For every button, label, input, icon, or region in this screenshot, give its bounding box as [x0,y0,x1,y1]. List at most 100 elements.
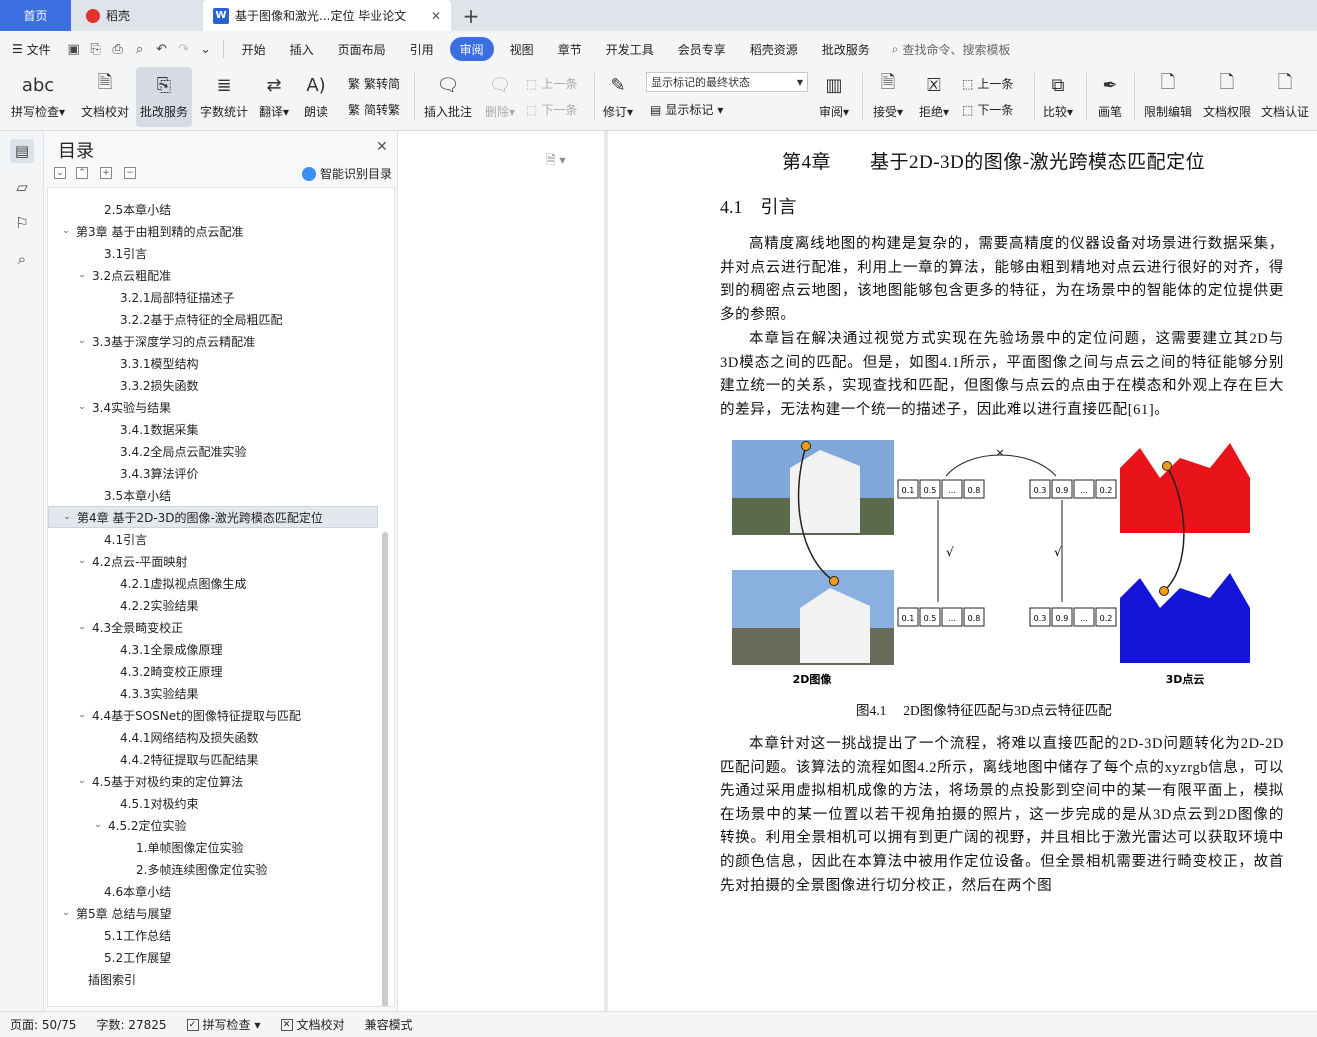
page-layout-icon[interactable]: 🗎 ▾ [546,151,566,172]
toc-item[interactable]: ⌄ 4.5基于对极约束的定位算法 [48,770,378,792]
menu-tab-0[interactable]: 开始 [230,37,278,61]
review-pane-button[interactable]: ▥ 审阅▾ [814,67,854,127]
toc-item[interactable]: 3.4.1数据采集 [48,418,378,440]
trad-to-simp-button[interactable]: 繁繁转简 [348,75,400,92]
toc-item[interactable]: 3.1引言 [48,242,378,264]
revise-button[interactable]: ✎ 修订▾ [598,67,638,127]
prev-change-button[interactable]: ⬚ 上一条 [962,75,1013,92]
chevron-down-icon[interactable]: ⌄ [76,776,88,786]
toc-item[interactable]: 3.4.2全局点云配准实验 [48,440,378,462]
menu-tab-10[interactable]: 批改服务 [810,37,882,61]
more-icon[interactable]: ⌄ [195,38,217,60]
chevron-down-icon[interactable]: ⌄ [76,270,88,280]
toc-item[interactable]: ⌄ 第5章 总结与展望 [48,902,378,924]
prev-comment-button[interactable]: ⬚ 上一条 [526,75,577,92]
new-tab-button[interactable]: + [456,0,486,31]
chevron-down-icon[interactable]: ⌄ [76,622,88,632]
tab-docer[interactable]: 稻壳 [72,0,200,31]
chevron-down-icon[interactable]: ⌄ [76,556,88,566]
tab-home[interactable]: 首页 [0,0,71,31]
expand-up-icon[interactable]: ⌃ [76,167,88,179]
doc-permission-button[interactable]: 🗋 文档权限 [1200,67,1254,127]
chevron-down-icon[interactable]: ⌄ [60,226,72,236]
word-count-indicator[interactable]: 字数: 27825 [86,1016,176,1033]
toc-item[interactable]: 4.3.1全景成像原理 [48,638,378,660]
read-aloud-button[interactable]: A) 朗读 [298,67,334,127]
toc-item[interactable]: ⌄ 4.5.2定位实验 [48,814,378,836]
chevron-down-icon[interactable]: ⌄ [60,908,72,918]
doc-check-button[interactable]: 🗎 文档校对 [74,67,136,127]
chevron-down-icon[interactable]: ⌄ [76,402,88,412]
toc-item[interactable]: 2.5本章小结 [48,198,378,220]
toc-icon[interactable]: ▤ [10,139,34,163]
toc-item[interactable]: 3.2.1局部特征描述子 [48,286,378,308]
save-icon[interactable]: ▣ [63,38,85,60]
simp-to-trad-button[interactable]: 繁简转繁 [348,101,400,118]
menu-tab-5[interactable]: 视图 [498,37,546,61]
toc-item[interactable]: 3.2.2基于点特征的全局粗匹配 [48,308,378,330]
toc-item[interactable]: 4.4.2特征提取与匹配结果 [48,748,378,770]
chevron-down-icon[interactable]: ⌄ [76,336,88,346]
menu-tab-4[interactable]: 审阅 [449,37,494,61]
menu-tab-9[interactable]: 稻壳资源 [738,37,810,61]
toc-item[interactable]: 4.5.1对极约束 [48,792,378,814]
toc-scrollbar[interactable] [382,532,388,1006]
document-page[interactable]: 第4章 基于2D-3D的图像-激光跨模态匹配定位 4.1 引言 高精度离线地图的… [608,131,1317,1011]
add-level-icon[interactable]: + [100,167,112,179]
menu-tab-3[interactable]: 引用 [398,37,446,61]
toc-item[interactable]: 插图索引 [48,968,378,990]
navigation-icon[interactable]: ▱ [10,175,34,199]
redo-icon[interactable]: ↷ [173,38,195,60]
reject-button[interactable]: 🗵 拒绝▾ [914,67,954,127]
menu-tab-2[interactable]: 页面布局 [326,37,398,61]
file-menu[interactable]: ☰ 文件 [0,37,63,61]
word-count-button[interactable]: ≣ 字数统计 [196,67,252,127]
pen-button[interactable]: ✒ 画笔 [1092,67,1128,127]
toc-item[interactable]: ⌄ 4.4基于SOSNet的图像特征提取与匹配 [48,704,378,726]
toc-item[interactable]: 3.3.2损失函数 [48,374,378,396]
menu-tab-1[interactable]: 插入 [278,37,326,61]
toc-item[interactable]: ⌄ 3.3基于深度学习的点云精配准 [48,330,378,352]
review-service-button[interactable]: ⎘ 批改服务 [136,67,192,127]
chevron-down-icon[interactable]: ⌄ [61,512,73,522]
smart-toc-button[interactable]: 智能识别目录 [302,165,392,182]
toc-item[interactable]: ⌄ 第4章 基于2D-3D的图像-激光跨模态匹配定位 [48,506,378,528]
toc-item[interactable]: 4.2.1虚拟视点图像生成 [48,572,378,594]
restrict-edit-button[interactable]: 🗋 限制编辑 [1140,67,1196,127]
next-comment-button[interactable]: ⬚ 下一条 [526,101,577,118]
toc-item[interactable]: ⌄ 4.3全景畸变校正 [48,616,378,638]
toc-item[interactable]: 4.4.1网络结构及损失函数 [48,726,378,748]
toc-item[interactable]: ⌄ 3.4实验与结果 [48,396,378,418]
collapse-all-icon[interactable]: ⌄ [54,167,66,179]
toc-item[interactable]: 5.2工作展望 [48,946,378,968]
toc-item[interactable]: ⌄ 第3章 基于由粗到精的点云配准 [48,220,378,242]
next-change-button[interactable]: ⬚ 下一条 [962,101,1013,118]
insert-comment-button[interactable]: 🗨 插入批注 [420,67,476,127]
show-markup-button[interactable]: ▤ 显示标记 ▾ [650,101,723,118]
spell-check-button[interactable]: abc 拼写检查▾ [6,67,70,127]
accept-button[interactable]: 🗎 接受▾ [868,67,908,127]
translate-button[interactable]: ⇄ 翻译▾ [254,67,294,127]
close-icon[interactable]: ✕ [376,139,388,155]
bookmark-icon[interactable]: ⚐ [10,211,34,235]
chevron-down-icon[interactable]: ⌄ [76,710,88,720]
doc-certify-button[interactable]: 🗋 文档认证 [1258,67,1312,127]
remove-level-icon[interactable]: − [124,167,136,179]
chevron-down-icon[interactable]: ⌄ [92,820,104,830]
tab-document[interactable]: W 基于图像和激光...定位 毕业论文 ✕ [203,0,451,31]
print-icon[interactable]: ⎙ [107,38,129,60]
menu-tab-6[interactable]: 章节 [546,37,594,61]
compare-button[interactable]: ⧉ 比较▾ [1038,67,1078,127]
toc-item[interactable]: 4.3.2畸变校正原理 [48,660,378,682]
toc-item[interactable]: 1.单帧图像定位实验 [48,836,378,858]
toc-item[interactable]: 3.3.1模型结构 [48,352,378,374]
toc-item[interactable]: 3.5本章小结 [48,484,378,506]
status-doc-check[interactable]: ✕ 文档校对 [271,1016,355,1033]
menu-tab-8[interactable]: 会员专享 [666,37,738,61]
delete-comment-button[interactable]: 🗨 删除▾ [480,67,520,127]
export-icon[interactable]: ⎘ [85,38,107,60]
toc-item[interactable]: 4.6本章小结 [48,880,378,902]
preview-icon[interactable]: ⌕ [129,38,151,60]
toc-item[interactable]: 4.1引言 [48,528,378,550]
toc-item[interactable]: 2.多帧连续图像定位实验 [48,858,378,880]
